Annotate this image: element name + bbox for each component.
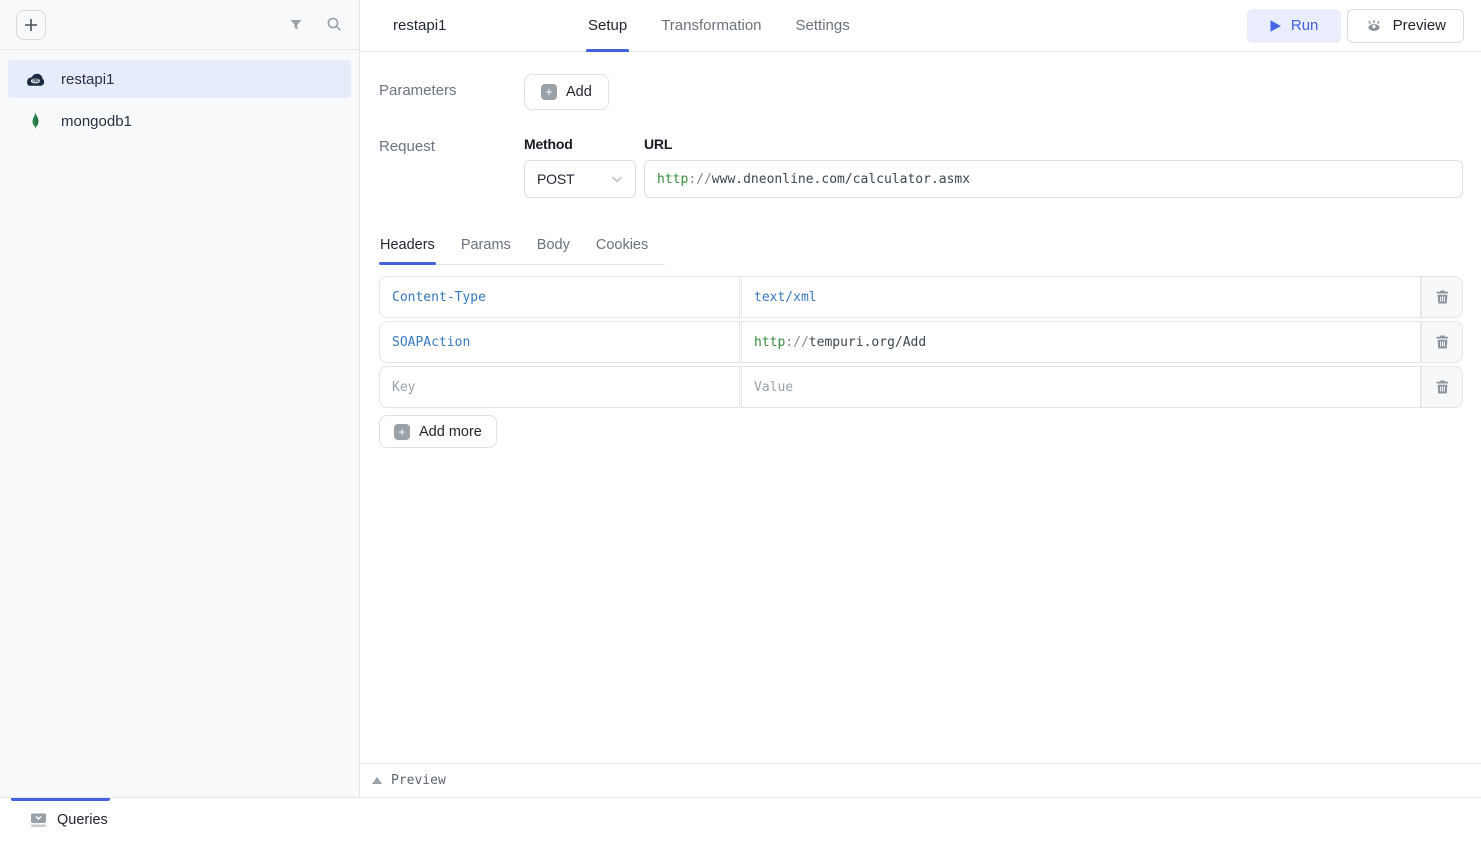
request-detail-tabs: Headers Params Body Cookies	[379, 229, 665, 265]
header-value-input[interactable]: text/xml	[741, 276, 1421, 318]
header-value-text: text/xml	[754, 290, 817, 305]
url-input[interactable]: http://www.dneonline.com/calculator.asmx	[644, 160, 1463, 198]
sidebar-item-label: mongodb1	[61, 113, 132, 130]
sidebar: REST restapi1 mongodb1	[0, 0, 360, 797]
sidebar-item-restapi1[interactable]: REST restapi1	[8, 60, 351, 98]
url-scheme: http	[657, 172, 688, 187]
url-path: www.dneonline.com/calculator.asmx	[712, 172, 970, 187]
svg-text:REST: REST	[31, 79, 40, 83]
parameters-label: Parameters	[379, 74, 524, 99]
collapse-up-icon	[372, 777, 382, 784]
value-separator: ://	[785, 335, 808, 350]
add-more-label: Add more	[419, 424, 482, 440]
tab-headers[interactable]: Headers	[379, 229, 436, 264]
preview-bar-label: Preview	[391, 773, 446, 788]
plus-square-icon: +	[394, 424, 410, 440]
tab-settings[interactable]: Settings	[794, 0, 852, 52]
key-placeholder: Key	[392, 380, 415, 395]
search-icon	[326, 16, 343, 33]
sidebar-item-label: restapi1	[61, 71, 114, 88]
trash-icon	[1435, 289, 1450, 305]
funnel-icon	[288, 17, 304, 33]
tab-setup[interactable]: Setup	[586, 0, 629, 52]
method-select[interactable]: POST	[524, 160, 636, 198]
mongodb-leaf-icon	[24, 111, 47, 131]
tab-transformation[interactable]: Transformation	[659, 0, 763, 52]
main-panel: restapi1 Setup Transformation Settings R…	[360, 0, 1481, 797]
active-bottom-tab-indicator	[11, 798, 110, 801]
header-key-text: Content-Type	[392, 290, 486, 305]
method-value: POST	[537, 171, 574, 187]
response-preview-toggle[interactable]: Preview	[360, 763, 1481, 797]
add-parameter-button[interactable]: + Add	[524, 74, 609, 110]
header-row: SOAPAction http://tempuri.org/Add	[379, 321, 1463, 363]
delete-header-button[interactable]	[1421, 276, 1463, 318]
filter-button[interactable]	[288, 17, 304, 33]
header-key-input[interactable]: Content-Type	[379, 276, 740, 318]
method-label: Method	[524, 136, 636, 152]
setup-content: Parameters + Add Request Method POST	[360, 52, 1481, 763]
sidebar-toolbar	[0, 0, 359, 50]
delete-header-button[interactable]	[1421, 321, 1463, 363]
app-window: REST restapi1 mongodb1 restapi1 Setup	[0, 0, 1481, 841]
bottom-bar: Queries	[0, 797, 1481, 841]
url-field: URL http://www.dneonline.com/calculator.…	[644, 136, 1463, 198]
header-row: Content-Type text/xml	[379, 276, 1463, 318]
run-button[interactable]: Run	[1247, 9, 1341, 43]
header-value-input[interactable]: Value	[741, 366, 1421, 408]
request-section: Request Method POST URL http://www.dneon…	[379, 136, 1463, 198]
header-key-input[interactable]: SOAPAction	[379, 321, 740, 363]
preview-button[interactable]: Preview	[1347, 9, 1464, 43]
tab-body[interactable]: Body	[536, 229, 571, 264]
url-label: URL	[644, 136, 1463, 152]
headers-table: Content-Type text/xml SOAPAction	[379, 276, 1463, 408]
add-more-button[interactable]: + Add more	[379, 415, 497, 448]
query-mode-tabs: Setup Transformation Settings	[586, 0, 852, 52]
url-separator: ://	[688, 172, 711, 187]
run-button-label: Run	[1291, 17, 1319, 34]
queries-tab-label: Queries	[57, 812, 108, 828]
header-row-empty: Key Value	[379, 366, 1463, 408]
query-title: restapi1	[393, 17, 453, 34]
header-actions: Run Preview	[1247, 9, 1464, 43]
method-field: Method POST	[524, 136, 636, 198]
queries-panel-icon	[30, 812, 47, 828]
query-list: REST restapi1 mongodb1	[0, 50, 359, 150]
header-value-input[interactable]: http://tempuri.org/Add	[741, 321, 1421, 363]
tab-cookies[interactable]: Cookies	[595, 229, 649, 264]
new-query-button[interactable]	[16, 10, 46, 40]
value-scheme: http	[754, 335, 785, 350]
header-key-input[interactable]: Key	[379, 366, 740, 408]
parameters-section: Parameters + Add	[379, 74, 1463, 110]
sidebar-item-mongodb1[interactable]: mongodb1	[8, 102, 351, 140]
plus-icon	[24, 18, 38, 32]
chevron-down-icon	[609, 171, 625, 187]
preview-button-label: Preview	[1393, 17, 1446, 34]
add-parameter-label: Add	[566, 84, 592, 100]
trash-icon	[1435, 334, 1450, 350]
request-label: Request	[379, 136, 524, 155]
search-button[interactable]	[326, 16, 343, 33]
queries-tab[interactable]: Queries	[30, 812, 108, 828]
eye-icon	[1365, 18, 1383, 34]
delete-header-button[interactable]	[1421, 366, 1463, 408]
value-path: tempuri.org/Add	[809, 335, 926, 350]
header-key-text: SOAPAction	[392, 335, 470, 350]
query-header: restapi1 Setup Transformation Settings R…	[360, 0, 1481, 52]
tab-params[interactable]: Params	[460, 229, 512, 264]
plus-square-icon: +	[541, 84, 557, 100]
value-placeholder: Value	[754, 380, 793, 395]
trash-icon	[1435, 379, 1450, 395]
rest-cloud-icon: REST	[24, 71, 47, 87]
play-icon	[1269, 19, 1282, 33]
